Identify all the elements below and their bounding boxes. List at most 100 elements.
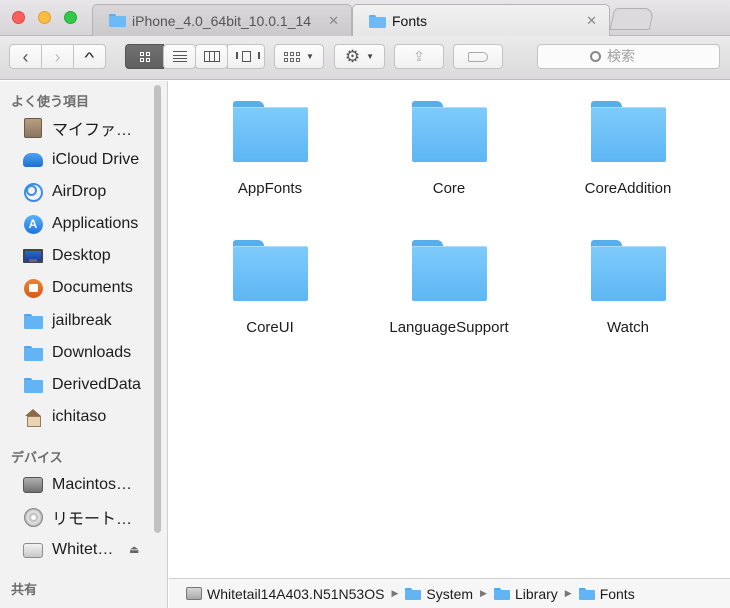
column-view-button[interactable] [195,44,228,69]
chevron-up-icon: ^ [84,48,95,65]
sidebar-item-icloud-drive[interactable]: iCloud Drive [0,145,152,175]
path-segment-library[interactable]: Library ▶ [493,585,579,602]
sidebar-item-label: マイファ… [52,122,133,139]
icon-view-button[interactable] [125,44,164,69]
folder-name: AppFonts [237,180,303,197]
folder-icon [233,240,308,301]
arrange-grid-icon [284,51,301,62]
sidebar-item-label: Applications [52,215,139,232]
sidebar-item-label: Downloads [52,344,132,361]
folder-item-languagesupport[interactable]: LanguageSupport [364,220,534,340]
sidebar-item-label: Whitet… [52,541,114,558]
folder-item-coreaddition[interactable]: CoreAddition [543,81,713,201]
share-icon: ⇪ [413,48,425,64]
arrange-button[interactable]: ▼ [274,44,324,69]
folder-name: CoreUI [246,319,294,336]
search-input[interactable] [607,48,667,65]
devices-header: デバイス [11,451,63,466]
folder-name: CoreAddition [584,180,672,197]
chevron-down-icon: ▼ [366,52,375,61]
new-tab-button[interactable] [609,8,655,30]
cover-flow-icon [236,51,260,62]
sidebar-item-label: ichitaso [52,408,107,425]
close-tab-icon[interactable]: ✕ [328,13,339,29]
tab-fonts[interactable]: Fonts ✕ [352,4,610,37]
external-disk-icon [23,540,43,560]
toolbar: ‹ › ^ ▼ ⚙ ▼ ⇪ [0,36,730,80]
path-segment-label: System [426,585,474,602]
path-bar: Whitetail14A403.N51N53OS ▶ System ▶ Libr… [169,578,730,608]
sidebar-item-desktop[interactable]: Desktop [0,241,152,271]
list-view-button[interactable] [163,44,196,69]
folder-icon [109,14,126,27]
title-bar: iPhone_4.0_64bit_10.0.1_14 ✕ Fonts ✕ [0,0,730,37]
folder-icon [23,375,43,395]
tab-label: iPhone_4.0_64bit_10.0.1_14 [132,12,312,29]
sidebar-item-airdrop[interactable]: AirDrop [0,177,152,207]
icloud-icon [23,150,43,170]
disk-icon [186,587,202,600]
path-separator-icon: ▶ [480,588,487,598]
tag-button[interactable] [453,44,503,69]
sidebar-item-label: Macintos… [52,476,133,493]
zoom-window-button[interactable] [64,11,77,24]
hard-disk-icon [23,475,43,495]
sidebar-item-jailbreak[interactable]: jailbreak [0,306,152,336]
chevron-down-icon: ▼ [306,52,314,61]
enclosing-folder-button[interactable]: ^ [73,44,106,69]
downloads-folder-icon [23,343,43,363]
sidebar-item-downloads[interactable]: Downloads [0,338,152,368]
sidebar-item-remote-disc[interactable]: リモート… [0,502,152,532]
documents-icon [23,278,43,298]
folder-icon [493,587,510,600]
airdrop-icon [23,182,43,202]
action-button[interactable]: ⚙ ▼ [334,44,385,69]
close-window-button[interactable] [12,11,25,24]
folder-item-core[interactable]: Core [364,81,534,201]
folder-icon [412,240,487,301]
folder-name: LanguageSupport [389,319,509,336]
path-segment-label: Library [514,585,558,602]
forward-button[interactable]: › [41,44,74,69]
optical-disc-icon [23,507,43,527]
path-segment-label: Whitetail14A403.N51N53OS [207,585,385,602]
sidebar-item-label: リモート… [52,511,133,528]
grid-icon [139,51,150,62]
close-tab-icon[interactable]: ✕ [586,13,597,29]
sidebar-scrollbar[interactable] [154,85,161,533]
sidebar-item-documents[interactable]: Documents [0,273,152,303]
gear-icon: ⚙ [344,47,361,66]
path-segment-volume[interactable]: Whitetail14A403.N51N53OS ▶ [186,586,405,602]
folder-item-watch[interactable]: Watch [543,220,713,340]
folder-item-appfonts[interactable]: AppFonts [185,81,355,201]
folder-icon [578,587,595,600]
minimize-window-button[interactable] [38,11,51,24]
folder-icon [405,587,422,600]
folder-item-coreui[interactable]: CoreUI [185,220,355,340]
home-icon [23,407,43,427]
back-button[interactable]: ‹ [9,44,42,69]
folder-icon [233,101,308,162]
all-my-files-icon [23,118,43,138]
sidebar-item-label: Documents [52,279,133,296]
path-segment-system[interactable]: System ▶ [405,586,494,602]
desktop-icon [23,246,43,266]
cover-flow-button[interactable] [227,44,265,69]
sidebar-item-my-files[interactable]: マイファ… [0,113,152,143]
sidebar-item-home[interactable]: ichitaso [0,402,152,432]
tab-iphone-firmware[interactable]: iPhone_4.0_64bit_10.0.1_14 ✕ [92,4,352,36]
favorites-header: よく使う項目 [11,95,90,110]
folder-icon [369,14,386,28]
folder-icon [412,101,487,162]
path-segment-fonts[interactable]: Fonts [578,586,635,602]
sidebar-item-deriveddata[interactable]: DerivedData [0,370,152,400]
search-field[interactable] [537,44,720,69]
search-icon [590,51,601,62]
sidebar-item-macintosh-hd[interactable]: Macintos… [0,470,152,500]
sidebar-item-applications[interactable]: A Applications [0,209,152,239]
tab-label: Fonts [392,13,428,29]
eject-icon[interactable]: ⏏ [129,543,139,556]
share-button[interactable]: ⇪ [394,44,444,69]
sidebar-item-label: jailbreak [52,312,112,329]
file-browser-icon-view: AppFonts Core CoreAddition CoreUI Langua… [169,81,730,578]
